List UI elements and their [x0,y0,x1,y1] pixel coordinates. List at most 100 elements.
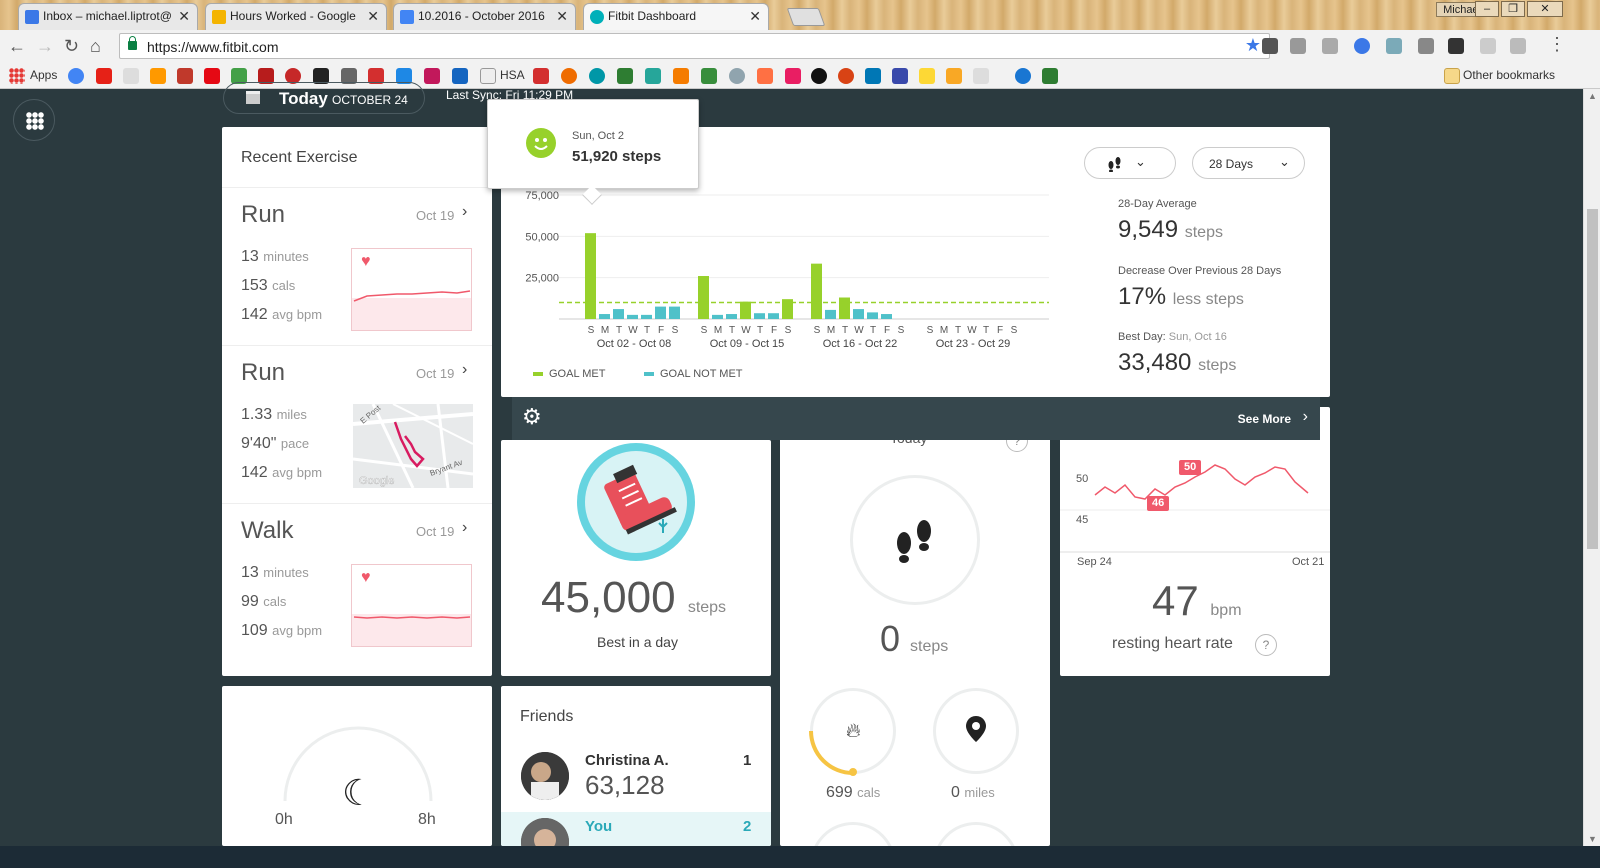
app-grid-button[interactable] [13,99,55,141]
exercise-name: Run [241,201,286,228]
netflix-bookmark-icon[interactable] [204,68,220,84]
sleep-card[interactable]: ☾ 0h 8h [222,686,492,846]
close-tab-icon[interactable]: ✕ [556,8,568,25]
close-tab-icon[interactable]: ✕ [749,8,761,25]
see-more-link[interactable]: See More [1238,412,1291,426]
page-bookmark-icon[interactable] [480,68,496,84]
bookmark-icon[interactable] [757,68,773,84]
gear-icon[interactable]: ⚙ [522,406,544,428]
best-day-badge-card[interactable]: 45,000 steps Best in a day [501,440,771,676]
decrease-label: Decrease Over Previous 28 Days [1118,265,1282,277]
exercise-item[interactable]: Run Oct 19 › 1.33 miles 9'40" pace 142 a… [222,345,492,503]
page-scrollbar[interactable]: ▲ ▼ [1583,89,1600,868]
chevron-right-icon[interactable]: › [462,519,467,537]
range-dropdown[interactable]: 28 Days ⌄ [1192,147,1305,179]
extension-icon[interactable] [1480,38,1496,54]
linkedin-bookmark-icon[interactable] [865,68,881,84]
extension-icon[interactable] [1510,38,1526,54]
badge-icon [577,443,695,561]
forward-icon[interactable]: → [36,36,54,57]
minimize-button[interactable]: – [1475,1,1499,17]
friends-card[interactable]: Friends Christina A. 63,128 1 You 2 [501,686,771,846]
new-tab-button[interactable] [786,8,826,26]
extension-icon[interactable] [1354,38,1370,54]
step-bar [655,306,666,319]
footprints-icon [897,520,931,563]
scroll-down-icon[interactable]: ▼ [1588,834,1597,844]
cast-icon[interactable] [1418,38,1434,54]
bookmark-icon[interactable] [589,68,605,84]
legend-goal-met: GOAL MET [533,368,605,380]
apps-link[interactable]: Apps [30,68,57,82]
google-bookmark-icon[interactable] [68,68,84,84]
extension-icon[interactable] [1386,38,1402,54]
route-map[interactable]: E Post Bryant Av Google [353,404,473,488]
bookmark-icon[interactable] [645,68,661,84]
close-tab-icon[interactable]: ✕ [178,8,190,25]
day-letter-label: S [785,325,792,336]
reddit-bookmark-icon[interactable] [729,68,745,84]
day-letter-label: W [967,325,977,336]
extension-icon[interactable] [1290,38,1306,54]
heart-rate-card[interactable]: 50 45 50 46 Sep 24 Oct 21 47 bpm resting… [1060,407,1330,676]
scrollbar-thumb[interactable] [1587,209,1598,549]
day-letter-label: S [1011,325,1018,336]
back-icon[interactable]: ← [8,36,26,57]
tab-fitbit-dashboard[interactable]: Fitbit Dashboard ✕ [583,3,769,30]
bookmark-icon[interactable] [561,68,577,84]
hsa-bookmark-link[interactable]: HSA [500,68,525,82]
bookmark-icon[interactable] [973,68,989,84]
bookmark-icon[interactable] [533,68,549,84]
bookmark-star-icon[interactable]: ★ [1245,35,1261,56]
chevron-right-icon[interactable]: › [462,203,467,221]
activity-type-dropdown[interactable]: ⌄ [1084,147,1176,179]
bookmark-icon[interactable] [177,68,193,84]
tab-hours-worked[interactable]: Hours Worked - Google ✕ [205,3,387,30]
exercise-item[interactable]: Walk Oct 19 › 13 minutes 99 cals 109 avg… [222,503,492,661]
bookmark-icon[interactable] [811,68,827,84]
week-label: Oct 23 - Oct 29 [936,338,1011,350]
bookmark-icon[interactable] [838,68,854,84]
scroll-up-icon[interactable]: ▲ [1588,91,1597,101]
reload-icon[interactable]: ↻ [64,36,79,57]
restore-button[interactable]: ❐ [1501,1,1525,17]
today-steps-card[interactable]: Today ? 0 steps 🔥︎ 699 cals 0 miles [780,420,1050,846]
menu-icon[interactable]: ⋮ [1548,34,1566,55]
exercise-stat: 9'40" pace [241,435,310,452]
day-letter-label: W [854,325,864,336]
extension-icon[interactable] [1262,38,1278,54]
amazon-bookmark-icon[interactable] [150,68,166,84]
bookmark-icon[interactable] [1015,68,1031,84]
chart-extension-icon[interactable] [1448,38,1464,54]
bookmark-icon[interactable] [785,68,801,84]
help-icon[interactable]: ? [1255,634,1277,656]
tab-inbox[interactable]: Inbox – michael.liptrot@ ✕ [18,3,198,30]
bookmark-icon[interactable] [946,68,962,84]
exercise-item[interactable]: Run Oct 19 › 13 minutes 153 cals 142 avg… [222,187,492,345]
close-tab-icon[interactable]: ✕ [367,8,379,25]
tab-october-doc[interactable]: 10.2016 - October 2016 ✕ [393,3,576,30]
chevron-right-icon[interactable]: › [1303,408,1308,426]
friend-rank: 1 [743,752,752,769]
bookmark-icon[interactable] [424,68,440,84]
apps-icon[interactable] [9,68,25,84]
close-window-button[interactable]: ✕ [1527,1,1563,17]
heart-rate-graph: ♥ [351,248,472,331]
home-icon[interactable]: ⌂ [90,36,101,57]
friend-row-you[interactable]: You 2 [501,812,771,846]
extension-icon[interactable] [1322,38,1338,54]
bookmark-icon[interactable] [673,68,689,84]
bookmark-icon[interactable] [617,68,633,84]
friend-row[interactable]: Christina A. 63,128 1 [501,746,771,806]
chevron-right-icon[interactable]: › [462,361,467,379]
wikipedia-bookmark-icon[interactable] [123,68,139,84]
bookmark-icon[interactable] [701,68,717,84]
date-selector[interactable]: Today OCTOBER 24 [223,82,425,114]
other-bookmarks-link[interactable]: Other bookmarks [1463,68,1555,82]
tree-bookmark-icon[interactable] [1042,68,1058,84]
bookmark-icon[interactable] [919,68,935,84]
bookmark-icon[interactable] [452,68,468,84]
address-bar[interactable]: https://www.fitbit.com ★ [119,33,1270,59]
youtube-bookmark-icon[interactable] [96,68,112,84]
bookmark-icon[interactable] [892,68,908,84]
